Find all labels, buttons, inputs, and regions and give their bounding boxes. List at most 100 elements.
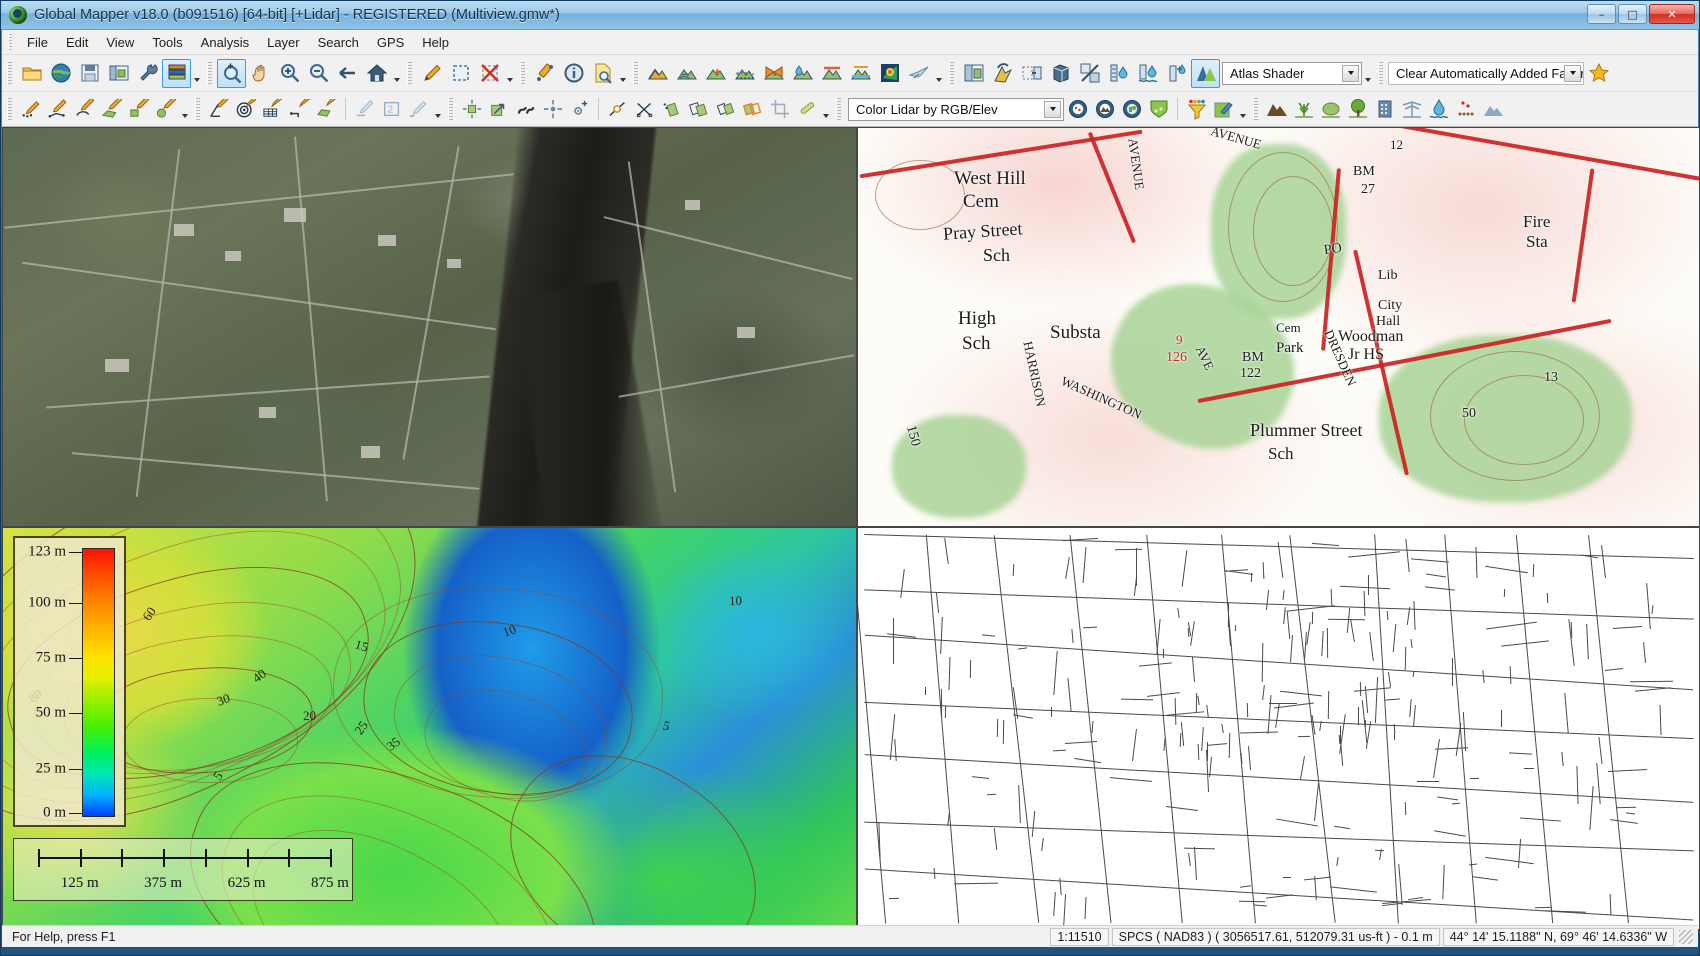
toolbar-grip-3[interactable] (407, 62, 412, 84)
terrain-grid-icon[interactable] (730, 59, 759, 88)
measure-segment-icon[interactable] (405, 96, 432, 123)
terrain-color-icon[interactable] (875, 59, 904, 88)
menu-item-tools[interactable]: Tools (143, 32, 191, 53)
add-vertex-icon[interactable] (566, 96, 593, 123)
measure-path-icon[interactable] (793, 96, 820, 123)
lidar-picker-icon[interactable] (1210, 96, 1237, 123)
zoom-select-icon[interactable] (217, 59, 246, 88)
pan-hand-icon[interactable] (246, 59, 275, 88)
digitize-point-icon[interactable] (17, 96, 44, 123)
menu-item-edit[interactable]: Edit (57, 32, 97, 53)
water-sample-icon[interactable] (1162, 59, 1191, 88)
class-medium-vegetation-icon[interactable] (1317, 96, 1344, 123)
water-rise-icon[interactable] (1133, 59, 1162, 88)
shader-mountain-icon[interactable] (1191, 59, 1220, 88)
digitize-grid-icon[interactable] (259, 96, 286, 123)
search-attributes-icon[interactable] (588, 59, 617, 88)
digitize-range-ring-icon[interactable] (232, 96, 259, 123)
menu-item-search[interactable]: Search (309, 32, 368, 53)
toolbar-grip-4[interactable] (520, 62, 525, 84)
terrain-caret[interactable] (933, 60, 944, 87)
lidar-draw-mode-select[interactable]: Color Lidar by RGB/Elev (848, 98, 1064, 121)
zoom-in-icon[interactable] (275, 59, 304, 88)
crop-areas-icon[interactable] (739, 96, 766, 123)
crop-frame-icon[interactable] (766, 96, 793, 123)
cut-line-icon[interactable] (631, 96, 658, 123)
toolbar-grip-1[interactable] (7, 62, 12, 84)
class-high-vegetation-icon[interactable] (1344, 96, 1371, 123)
minimize-button[interactable]: – (1587, 4, 1616, 24)
path-draw-icon[interactable] (988, 59, 1017, 88)
view-3d-icon[interactable] (1046, 59, 1075, 88)
feature-info-icon[interactable] (559, 59, 588, 88)
lidar-filter-icon[interactable] (1183, 96, 1210, 123)
configure-icon[interactable] (133, 59, 162, 88)
full-view-caret[interactable] (391, 60, 402, 87)
split-line-icon[interactable] (604, 96, 631, 123)
lidar-draw-mode-arrow[interactable] (1044, 101, 1061, 118)
terrain-layers-icon[interactable] (846, 59, 875, 88)
shader-caret[interactable] (1362, 60, 1373, 87)
lidar-filter-caret[interactable] (1237, 96, 1248, 123)
lidar-feature-gear-icon[interactable] (1118, 96, 1145, 123)
move-vertices-icon[interactable] (539, 96, 566, 123)
digitizer-pencil-icon[interactable] (417, 59, 446, 88)
digitize-rectangle-icon[interactable] (125, 96, 152, 123)
vector-parcels-pane[interactable] (857, 527, 1700, 930)
move-feature-icon[interactable] (458, 96, 485, 123)
contour-generate-icon[interactable] (672, 59, 701, 88)
toolbar2-grip-2[interactable] (195, 98, 200, 120)
shader-select-arrow[interactable] (1342, 65, 1359, 82)
previous-view-icon[interactable] (333, 59, 362, 88)
digitize-offset-icon[interactable] (286, 96, 313, 123)
measure-tool-icon[interactable] (530, 59, 559, 88)
menu-item-view[interactable]: View (97, 32, 143, 53)
menu-item-help[interactable]: Help (413, 32, 458, 53)
terrain-paint-icon[interactable] (817, 59, 846, 88)
digitize-area-icon[interactable] (98, 96, 125, 123)
lidar-points-gear-icon[interactable] (1064, 96, 1091, 123)
edit-caret[interactable] (432, 96, 443, 123)
toolbar-grip-7[interactable] (1378, 62, 1383, 84)
open-file-icon[interactable] (17, 59, 46, 88)
measure-caret[interactable] (820, 96, 831, 123)
digitizer-caret[interactable] (504, 60, 515, 87)
toolbar2-grip-4[interactable] (836, 98, 841, 120)
delete-feature-icon[interactable] (475, 59, 504, 88)
favorites-select-arrow[interactable] (1564, 65, 1581, 82)
class-power-line-icon[interactable] (1398, 96, 1425, 123)
class-water-icon[interactable] (1425, 96, 1452, 123)
toolbar-grip-6[interactable] (949, 62, 954, 84)
terrain-profile-icon[interactable] (643, 59, 672, 88)
feature-select-icon[interactable] (446, 59, 475, 88)
menu-item-analysis[interactable]: Analysis (192, 32, 258, 53)
menu-item-gps[interactable]: GPS (368, 32, 413, 53)
usgs-topo-pane[interactable]: West HillCemPray StreetSchHighSchSubstaA… (857, 127, 1700, 527)
shader-select[interactable]: Atlas Shader (1222, 62, 1362, 85)
elevation-shader-pane[interactable]: 604030201525351010558070 123 m100 m75 m5… (2, 527, 857, 930)
class-building-icon[interactable] (1371, 96, 1398, 123)
water-level-icon[interactable] (1104, 59, 1133, 88)
watershed-icon[interactable] (701, 59, 730, 88)
toolbar-grip-5[interactable] (633, 62, 638, 84)
terrain-water-icon[interactable] (788, 59, 817, 88)
map-layout-icon[interactable] (959, 59, 988, 88)
digitize-caret[interactable] (179, 96, 190, 123)
digitize-line-icon[interactable] (44, 96, 71, 123)
class-low-vegetation-icon[interactable] (1290, 96, 1317, 123)
edit-vertex-icon[interactable] (351, 96, 378, 123)
create-buffer-icon[interactable]: 2 (378, 96, 405, 123)
digitize-shape-icon[interactable] (313, 96, 340, 123)
menu-item-layer[interactable]: Layer (258, 32, 309, 53)
image-rectify-icon[interactable] (1017, 59, 1046, 88)
scale-feature-icon[interactable] (485, 96, 512, 123)
maximize-button[interactable]: □ (1618, 4, 1647, 24)
menu-grip[interactable] (8, 34, 12, 51)
digitize-circle-icon[interactable] (152, 96, 179, 123)
overlay-control-caret[interactable] (191, 60, 202, 87)
close-button[interactable]: ✕ (1649, 4, 1695, 24)
open-online-data-icon[interactable] (46, 59, 75, 88)
digitize-coordinate-icon[interactable] (205, 96, 232, 123)
toolbar2-grip-3[interactable] (448, 98, 453, 120)
class-noise-icon[interactable] (1452, 96, 1479, 123)
